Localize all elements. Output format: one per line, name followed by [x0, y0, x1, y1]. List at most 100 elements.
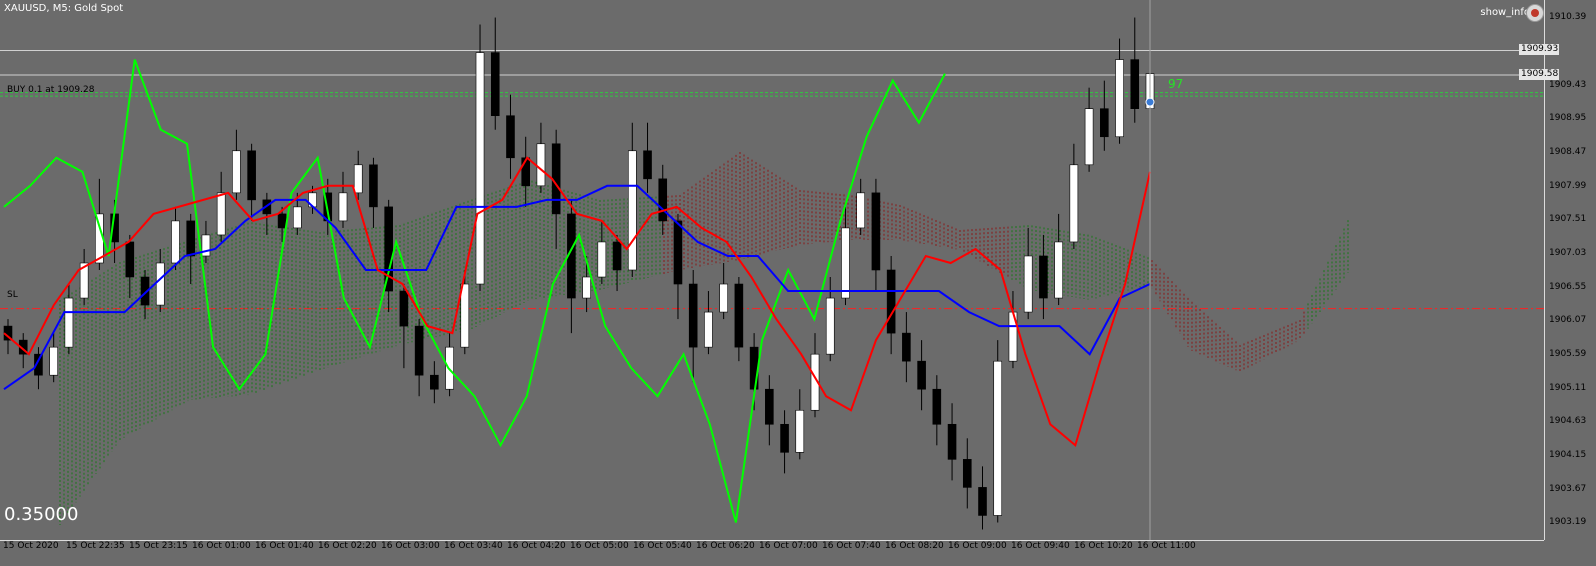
price-tick: 1904.15 — [1549, 449, 1587, 460]
bull-candle — [704, 311, 713, 348]
time-tick: 15 Oct 23:15 — [129, 541, 188, 551]
time-tick: 16 Oct 05:00 — [570, 541, 629, 551]
bull-candle — [1115, 59, 1124, 138]
bull-candle — [475, 52, 485, 285]
bull-candle — [338, 192, 348, 222]
bear-candle — [765, 388, 774, 425]
chart-title: XAUUSD, M5: Gold Spot — [4, 3, 124, 14]
price-tick: 1906.55 — [1549, 281, 1587, 292]
buy-order-label: BUY 0.1 at 1909.28 — [7, 85, 95, 95]
bull-candle — [993, 360, 1003, 516]
bear-candle — [430, 374, 439, 390]
bear-candle — [643, 150, 652, 180]
bull-candle — [582, 276, 591, 299]
time-scale[interactable]: 15 Oct 2020 15 Oct 22:35 15 Oct 23:15 16 Oc… — [0, 540, 1544, 566]
bear-candle — [1039, 255, 1048, 299]
bear-candle — [917, 360, 926, 390]
price-tick: 1907.99 — [1549, 180, 1587, 191]
bear-candle — [932, 388, 942, 425]
bull-candle — [719, 283, 728, 313]
bear-candle — [688, 283, 698, 348]
bear-candle — [780, 423, 789, 453]
price-tick: 1906.07 — [1549, 315, 1587, 326]
price-tick: 1904.63 — [1549, 416, 1587, 427]
bear-candle — [902, 332, 911, 362]
bear-candle — [490, 52, 500, 117]
time-tick: 16 Oct 07:00 — [759, 541, 818, 551]
price-tick: 1907.03 — [1549, 247, 1587, 258]
bull-candle — [841, 227, 850, 299]
bull-candle — [1069, 164, 1079, 243]
bull-candle — [49, 346, 58, 376]
bear-candle — [673, 220, 683, 285]
price-tick: 1909.43 — [1549, 79, 1587, 90]
price-scale[interactable]: 1910.39 1909.43 1908.95 1908.47 1907.99 1907.… — [1544, 0, 1596, 540]
bear-candle — [1130, 59, 1140, 110]
bear-candle — [1100, 108, 1109, 138]
price-marker-top-line: 1909.93 — [1519, 44, 1559, 56]
chart-area[interactable] — [0, 0, 1544, 540]
bear-candle — [186, 220, 196, 257]
time-tick: 16 Oct 10:20 — [1074, 541, 1133, 551]
bear-candle — [886, 269, 896, 334]
time-tick: 16 Oct 05:40 — [633, 541, 692, 551]
time-tick: 16 Oct 01:00 — [192, 541, 251, 551]
time-tick: 15 Oct 2020 — [3, 541, 59, 551]
bull-candle — [201, 234, 211, 257]
bull-candle — [460, 283, 470, 348]
bull-candle — [293, 206, 302, 229]
time-tick: 16 Oct 11:00 — [1137, 541, 1196, 551]
bear-candle — [978, 487, 987, 516]
price-tick: 1908.47 — [1549, 146, 1587, 157]
show-info-label[interactable]: show_info — [1480, 7, 1530, 18]
price-tick: 1907.51 — [1549, 214, 1587, 225]
bear-candle — [749, 346, 759, 390]
bear-candle — [414, 325, 424, 376]
price-tick: 1905.59 — [1549, 348, 1587, 359]
time-tick: 16 Oct 04:20 — [507, 541, 566, 551]
time-tick: 16 Oct 01:40 — [255, 541, 314, 551]
buy-arrow-icon — [1145, 97, 1155, 107]
time-tick: 16 Oct 02:20 — [318, 541, 377, 551]
price-tick: 1905.11 — [1549, 382, 1587, 393]
bull-candle — [856, 192, 865, 229]
bear-candle — [125, 241, 135, 278]
trade-count-label: 97 — [1168, 77, 1184, 91]
bear-candle — [247, 150, 256, 201]
bear-candle — [734, 283, 744, 348]
time-tick: 16 Oct 03:40 — [444, 541, 503, 551]
bear-candle — [962, 459, 972, 488]
bull-candle — [232, 150, 241, 194]
bear-candle — [871, 192, 881, 271]
price-tick: 1908.95 — [1549, 113, 1587, 124]
bull-candle — [216, 192, 226, 236]
bear-candle — [947, 423, 957, 460]
bull-candle — [353, 164, 363, 194]
bear-candle — [369, 164, 378, 208]
bear-candle — [551, 143, 561, 215]
bear-candle — [612, 241, 622, 271]
bull-candle — [795, 409, 805, 453]
time-tick: 16 Oct 06:20 — [696, 541, 755, 551]
show-info-icon[interactable] — [1526, 4, 1544, 22]
price-tick: 1910.39 — [1549, 12, 1587, 23]
stop-loss-label: SL — [7, 290, 18, 300]
bull-candle — [597, 241, 607, 278]
bull-candle — [1054, 241, 1063, 299]
bear-candle — [399, 290, 409, 327]
bull-candle — [627, 150, 637, 271]
price-tick: 1903.19 — [1549, 517, 1587, 528]
bear-candle — [277, 213, 287, 229]
time-tick: 16 Oct 03:00 — [381, 541, 440, 551]
bull-candle — [1084, 108, 1094, 166]
indicator-value: 0.35000 — [4, 504, 79, 525]
chart-canvas[interactable] — [0, 0, 1544, 540]
time-tick: 15 Oct 22:35 — [66, 541, 125, 551]
bull-candle — [171, 220, 180, 264]
bull-candle — [825, 297, 835, 355]
price-tick: 1903.67 — [1549, 483, 1587, 494]
bull-candle — [64, 297, 74, 348]
time-tick: 16 Oct 07:40 — [822, 541, 881, 551]
price-marker-current: 1909.58 — [1519, 69, 1559, 81]
time-tick: 16 Oct 08:20 — [885, 541, 944, 551]
